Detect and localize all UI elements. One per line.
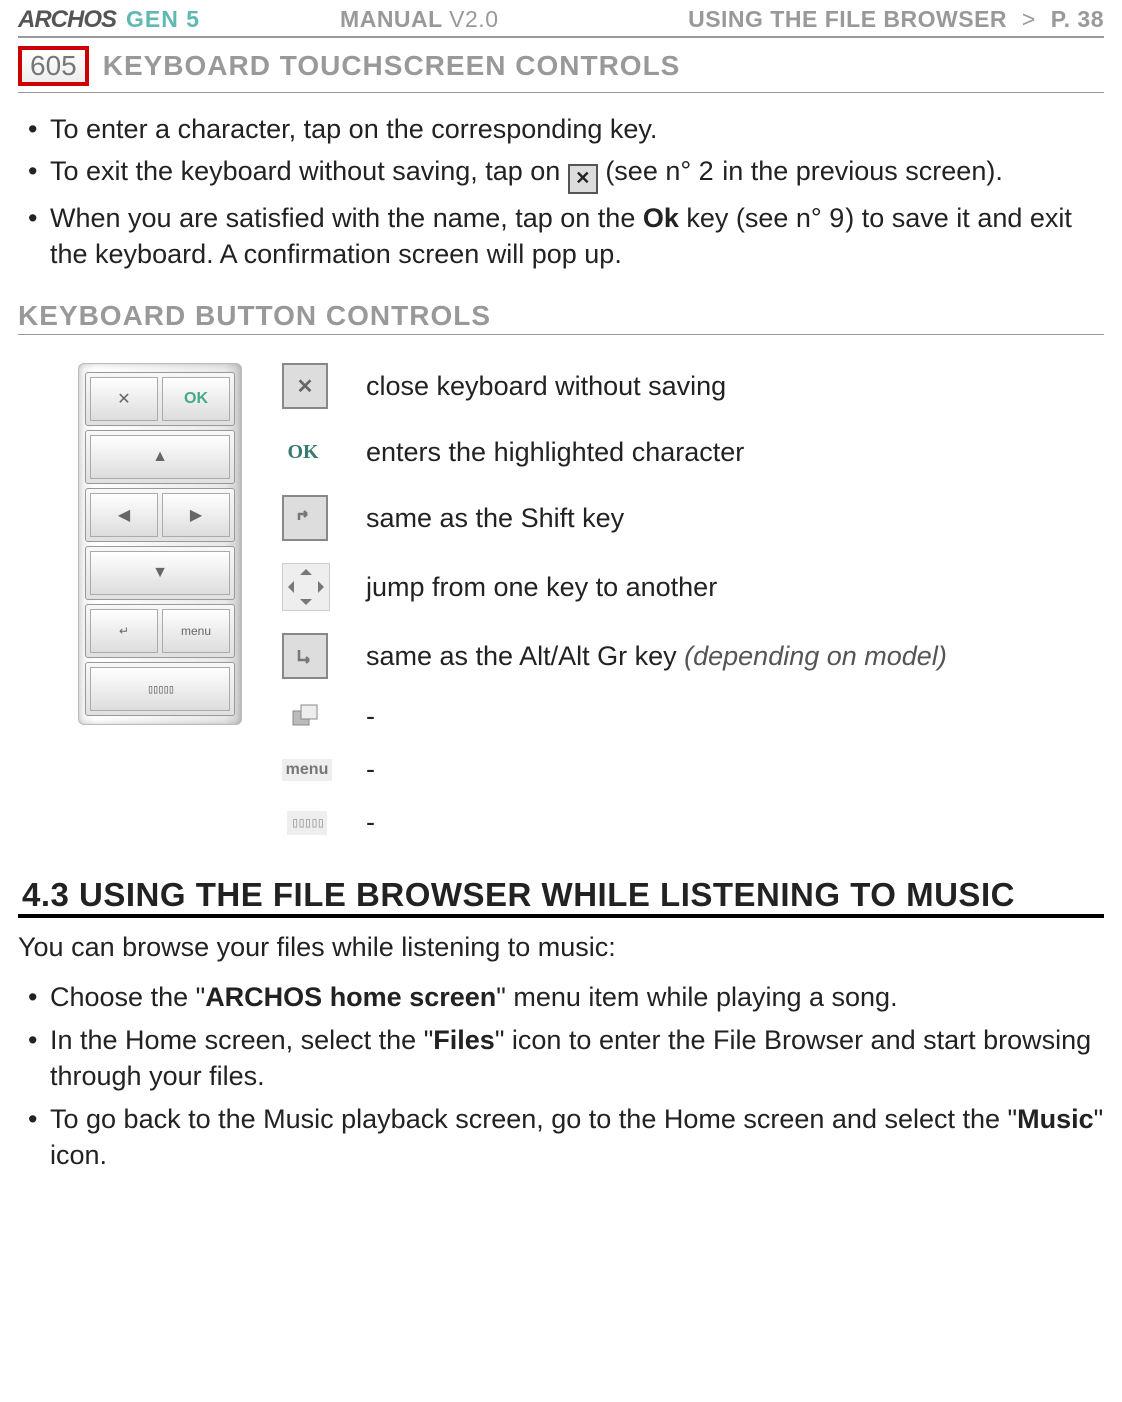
section-title-touch: KEYBOARD TOUCHSCREEN CONTROLS bbox=[103, 50, 681, 82]
text: (see n° bbox=[598, 156, 699, 186]
button-controls-table: ✕ close keyboard without saving OK enter… bbox=[282, 363, 947, 838]
tab-switch-icon bbox=[282, 702, 332, 732]
page-header: ARCHOS GEN 5 MANUAL V2.0 USING THE FILE … bbox=[18, 0, 1104, 36]
control-desc: jump from one key to another bbox=[366, 572, 947, 603]
bullet-item: When you are satisfied with the name, ta… bbox=[28, 200, 1104, 273]
close-icon: ✕ bbox=[282, 363, 328, 409]
text: To go back to the Music playback screen,… bbox=[50, 1104, 1017, 1134]
text: In the Home screen, select the " bbox=[50, 1025, 433, 1055]
control-desc: same as the Shift key bbox=[366, 503, 947, 534]
control-desc: same as the Alt/Alt Gr key (depending on… bbox=[366, 641, 947, 672]
section-4-3-heading: 4.3 USING THE FILE BROWSER WHILE LISTENI… bbox=[18, 874, 1104, 918]
section-4-3-intro: You can browse your files while listenin… bbox=[18, 932, 1104, 963]
breadcrumb-section: USING THE FILE BROWSER bbox=[688, 6, 1007, 32]
volume-icon: ▯▯▯▯▯ bbox=[282, 808, 332, 838]
section-title-buttons: KEYBOARD BUTTON CONTROLS bbox=[18, 300, 1104, 332]
shift-icon bbox=[282, 495, 328, 541]
bullet-item: To exit the keyboard without saving, tap… bbox=[28, 153, 1104, 193]
text: same as the Alt/Alt Gr key bbox=[366, 641, 684, 671]
ok-icon: OK bbox=[282, 431, 324, 473]
ok-key-ref: Ok bbox=[643, 203, 679, 233]
touchscreen-bullets: To enter a character, tap on the corresp… bbox=[18, 111, 1104, 272]
ref-number: 2 bbox=[699, 156, 715, 186]
bullet-item: Choose the "ARCHOS home screen" menu ite… bbox=[28, 979, 1104, 1015]
manual-word: MANUAL bbox=[340, 6, 442, 32]
text: To exit the keyboard without saving, tap… bbox=[50, 156, 568, 186]
text: When you are satisfied with the name, ta… bbox=[50, 203, 643, 233]
text: Choose the " bbox=[50, 982, 205, 1012]
divider bbox=[18, 36, 1104, 38]
control-desc: - bbox=[366, 701, 947, 732]
breadcrumb-sep: > bbox=[1022, 6, 1036, 32]
control-desc: - bbox=[366, 754, 947, 785]
text: in the previous screen). bbox=[715, 156, 1003, 186]
control-desc: close keyboard without saving bbox=[366, 371, 947, 402]
breadcrumb: USING THE FILE BROWSER > P. 38 bbox=[688, 6, 1104, 33]
divider bbox=[18, 92, 1104, 93]
manual-version: V2.0 bbox=[449, 6, 498, 32]
bullet-item: In the Home screen, select the "Files" i… bbox=[28, 1022, 1104, 1095]
text: " menu item while playing a song. bbox=[496, 982, 897, 1012]
icon-ref: Music bbox=[1017, 1104, 1094, 1134]
alt-icon bbox=[282, 633, 328, 679]
menu-icon: menu bbox=[282, 755, 332, 785]
nav-arrows-icon bbox=[282, 563, 330, 611]
model-badge: 605 bbox=[18, 46, 89, 86]
close-icon: ✕ bbox=[568, 164, 598, 194]
brand-logo: ARCHOS bbox=[18, 6, 116, 34]
divider bbox=[18, 334, 1104, 335]
manual-label: MANUAL V2.0 bbox=[340, 6, 498, 33]
menu-label: menu bbox=[282, 759, 333, 781]
ref-number: 9 bbox=[829, 203, 845, 233]
section-4-3-bullets: Choose the "ARCHOS home screen" menu ite… bbox=[18, 979, 1104, 1173]
page-number: P. 38 bbox=[1051, 6, 1104, 32]
bullet-item: To enter a character, tap on the corresp… bbox=[28, 111, 1104, 147]
control-desc: enters the highlighted character bbox=[366, 437, 947, 468]
bullet-item: To go back to the Music playback screen,… bbox=[28, 1101, 1104, 1174]
text-italic: (depending on model) bbox=[684, 641, 947, 671]
control-desc: - bbox=[366, 807, 947, 838]
gen-label: GEN 5 bbox=[126, 6, 200, 33]
device-buttons-image: ✕OK ▲ ◀▶ ▼ ↵menu ▯▯▯▯▯ bbox=[78, 363, 242, 725]
text: key (see n° bbox=[679, 203, 829, 233]
icon-ref: Files bbox=[433, 1025, 495, 1055]
menu-ref: ARCHOS home screen bbox=[205, 982, 496, 1012]
